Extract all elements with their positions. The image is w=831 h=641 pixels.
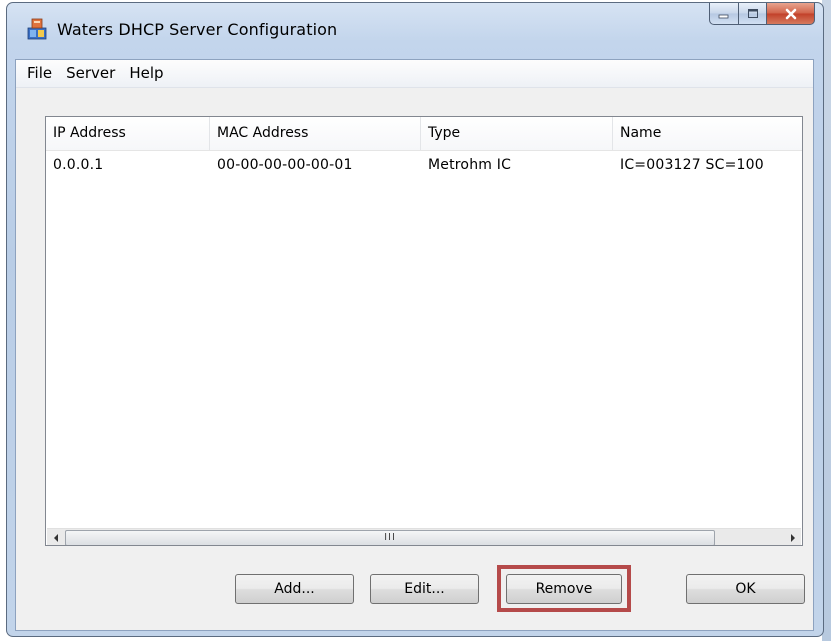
scroll-left-button[interactable] [47,529,64,545]
device-list[interactable]: IP Address MAC Address Type Name 0.0.0.1… [45,116,803,546]
scrollbar-thumb[interactable]: III [65,530,715,545]
minimize-button[interactable] [709,3,739,25]
scrollbar-grip: III [384,532,396,543]
ok-button[interactable]: OK [686,574,805,604]
column-header-ip-address[interactable]: IP Address [46,117,210,150]
cell-mac-address: 00-00-00-00-00-01 [217,157,353,173]
scroll-right-button[interactable] [784,529,801,545]
network-server-icon [27,18,47,40]
maximize-icon [747,9,758,18]
table-row[interactable]: 0.0.0.1 00-00-00-00-00-01 Metrohm IC IC=… [46,152,802,178]
remove-button[interactable]: Remove [506,574,622,604]
minimize-icon [718,14,729,18]
menu-bar: File Server Help [16,60,813,88]
cell-ip-address: 0.0.0.1 [53,157,104,173]
client-area: File Server Help IP Address MAC Address … [15,59,814,631]
caption-buttons [709,3,815,25]
title-bar[interactable]: Waters DHCP Server Configuration [7,3,823,53]
edit-button[interactable]: Edit... [370,574,479,604]
column-header-type[interactable]: Type [421,117,613,150]
cell-type: Metrohm IC [428,157,512,173]
menu-help[interactable]: Help [122,60,170,87]
close-button[interactable] [767,3,815,25]
cell-name: IC=003127 SC=100 [620,157,764,173]
add-button[interactable]: Add... [235,574,354,604]
column-header-name[interactable]: Name [613,117,802,150]
dhcp-config-window: Waters DHCP Server Configuration File Se… [6,2,824,637]
scroll-right-arrow-icon [790,533,795,542]
menu-server[interactable]: Server [59,60,122,87]
close-icon [785,8,796,19]
menu-file[interactable]: File [20,60,59,87]
list-header: IP Address MAC Address Type Name [46,117,802,151]
column-header-mac-address[interactable]: MAC Address [210,117,421,150]
maximize-button[interactable] [739,3,767,25]
scroll-left-arrow-icon [53,533,58,542]
horizontal-scrollbar[interactable]: III [47,528,801,545]
window-title: Waters DHCP Server Configuration [57,20,338,39]
